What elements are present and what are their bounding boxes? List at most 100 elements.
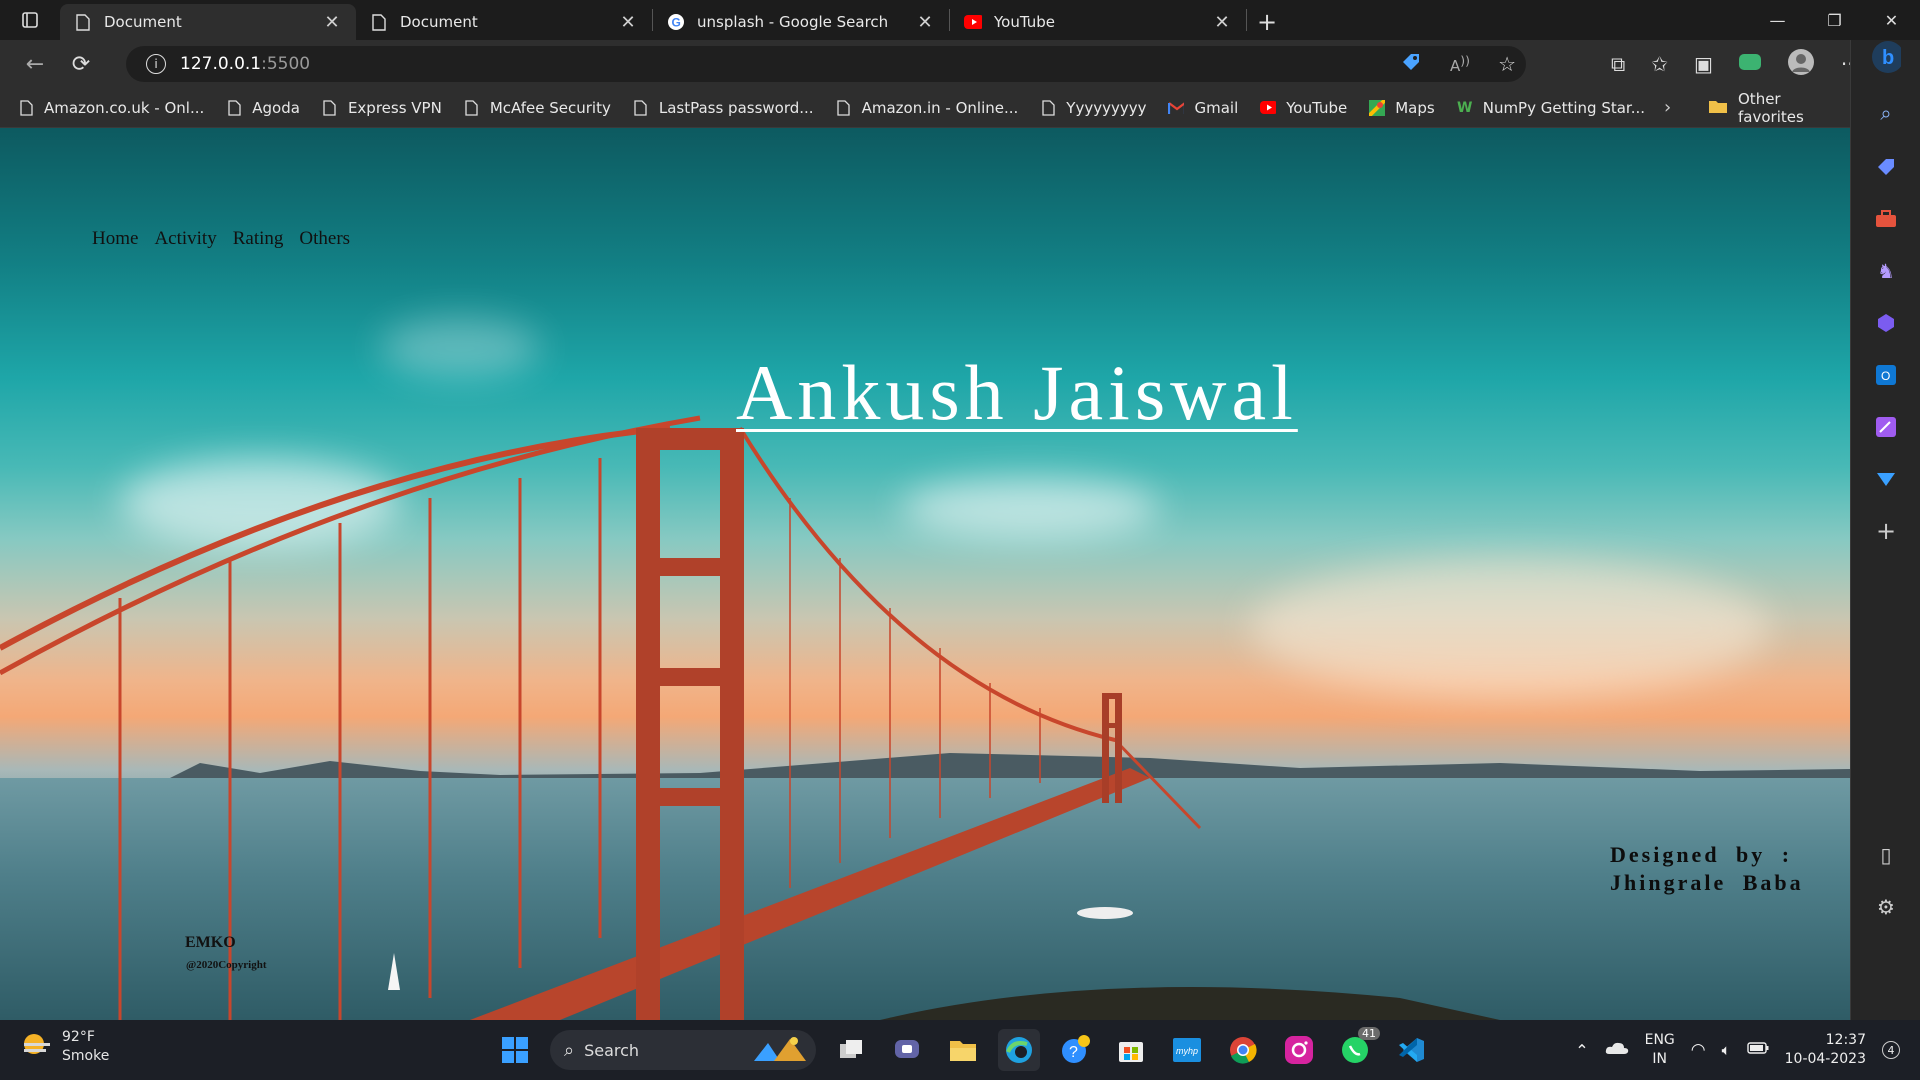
games-icon[interactable]: ♞ (1871, 256, 1901, 286)
region-code: IN (1652, 1051, 1667, 1067)
add-favorite-icon[interactable]: ☆ (1498, 52, 1516, 76)
extension-green-icon[interactable] (1738, 54, 1761, 74)
whatsapp-badge: 41 (1358, 1027, 1380, 1040)
copyright-text: @2020Copyright (186, 959, 267, 971)
bookmark-youtube[interactable]: YouTube (1260, 99, 1347, 117)
tab-title: unsplash - Google Search (697, 13, 889, 31)
vscode-icon[interactable] (1390, 1029, 1432, 1071)
sidebar-settings-icon[interactable]: ⚙ (1871, 892, 1901, 922)
chevron-up-icon[interactable]: ⌃ (1575, 1041, 1588, 1060)
site-nav: Home Activity Rating Others (92, 228, 350, 250)
hide-sidebar-icon[interactable]: ▯ (1871, 840, 1901, 870)
tab-actions-button[interactable] (0, 0, 60, 40)
get-help-icon[interactable]: ? (1054, 1029, 1096, 1071)
bookmark-amazon-in[interactable]: Amazon.in - Online... (836, 99, 1018, 117)
coupon-tag-icon[interactable] (1400, 51, 1422, 78)
bookmark-label: Maps (1395, 98, 1435, 117)
minimize-button[interactable]: — (1749, 0, 1806, 40)
designed-by-label: Designed by : (1610, 842, 1793, 867)
bookmark-label: Yyyyyyyyy (1066, 98, 1147, 117)
volume-icon[interactable]: 🔈︎ (1722, 1041, 1731, 1059)
close-tab-icon[interactable]: ✕ (322, 12, 342, 33)
tab-document-2[interactable]: Document ✕ (356, 4, 652, 40)
send-icon[interactable] (1871, 464, 1901, 494)
tab-document-1[interactable]: Document ✕ (60, 4, 356, 40)
clock-time: 12:37 (1825, 1032, 1866, 1048)
designer-icon[interactable] (1871, 412, 1901, 442)
file-explorer-icon[interactable] (942, 1029, 984, 1071)
bookmark-label: Amazon.co.uk - Onl... (44, 98, 205, 117)
outlook-icon[interactable]: O (1871, 360, 1901, 390)
teams-chat-icon[interactable] (886, 1029, 928, 1071)
bookmark-agoda[interactable]: Agoda (226, 99, 300, 117)
address-bar[interactable]: i 127.0.0.1:5500 A)) ☆ (126, 46, 1526, 82)
nav-rating-link[interactable]: Rating (233, 228, 284, 250)
clock[interactable]: 12:37 10-04-2023 (1785, 1031, 1866, 1069)
instagram-icon[interactable] (1278, 1029, 1320, 1071)
start-button[interactable] (494, 1029, 536, 1071)
tab-google-search[interactable]: G unsplash - Google Search ✕ (653, 4, 949, 40)
other-favorites-label: Other favorites (1738, 89, 1804, 126)
svg-text:G: G (672, 16, 681, 30)
tab-youtube[interactable]: YouTube ✕ (950, 4, 1246, 40)
wifi-icon[interactable]: ◠ (1691, 1040, 1706, 1060)
tools-icon[interactable] (1871, 204, 1901, 234)
close-tab-icon[interactable]: ✕ (915, 12, 935, 33)
language-indicator[interactable]: ENG IN (1645, 1031, 1675, 1069)
microsoft-365-icon[interactable] (1871, 308, 1901, 338)
new-tab-button[interactable]: + (1247, 4, 1287, 40)
favorites-icon[interactable]: ✩ (1651, 52, 1668, 76)
bookmark-numpy[interactable]: W NumPy Getting Star... (1457, 99, 1645, 117)
close-tab-icon[interactable]: ✕ (618, 12, 638, 33)
svg-text:b: b (1882, 47, 1894, 69)
nav-others-link[interactable]: Others (299, 228, 350, 250)
nav-activity-link[interactable]: Activity (154, 228, 216, 250)
system-tray: ⌃ ENG IN ◠ 🔈︎ 12:37 10-04-2023 4 (1575, 1020, 1920, 1080)
edge-browser-icon[interactable] (998, 1029, 1040, 1071)
refresh-button[interactable]: ⟳ (58, 44, 104, 84)
shopping-tag-icon[interactable] (1871, 152, 1901, 182)
chrome-icon[interactable] (1222, 1029, 1264, 1071)
whatsapp-icon[interactable]: 41 (1334, 1027, 1380, 1071)
close-tab-icon[interactable]: ✕ (1212, 12, 1232, 33)
notification-count[interactable]: 4 (1882, 1041, 1900, 1059)
microsoft-store-icon[interactable] (1110, 1029, 1152, 1071)
battery-icon[interactable] (1746, 1042, 1769, 1058)
bookmark-mcafee[interactable]: McAfee Security (464, 99, 611, 117)
language-code: ENG (1644, 1032, 1675, 1048)
search-icon[interactable]: ⌕ (1871, 98, 1901, 128)
page-icon (74, 13, 92, 31)
svg-text:?: ? (1069, 1044, 1078, 1061)
weather-widget[interactable]: 92°F Smoke (20, 1028, 109, 1066)
taskbar-search[interactable]: ⌕ Search (550, 1030, 816, 1070)
other-favorites-folder[interactable]: Other favorites (1708, 90, 1850, 126)
hero-title: Ankush Jaiswal (736, 349, 1298, 436)
close-window-button[interactable]: ✕ (1863, 0, 1920, 40)
back-button[interactable]: ← (12, 44, 58, 84)
bookmark-amazon-uk[interactable]: Amazon.co.uk - Onl... (18, 99, 204, 117)
tab-strip: Document ✕ Document ✕ G unsplash - Googl… (0, 0, 1920, 40)
bookmark-express-vpn[interactable]: Express VPN (322, 99, 442, 117)
bing-chat-icon[interactable]: b (1871, 41, 1901, 73)
read-aloud-icon[interactable]: A)) (1450, 53, 1470, 75)
bookmark-gmail[interactable]: Gmail (1168, 99, 1238, 117)
restore-button[interactable]: ❐ (1806, 0, 1863, 40)
extensions-icon[interactable]: ⧉ (1611, 52, 1625, 76)
onedrive-cloud-icon[interactable] (1605, 1040, 1629, 1060)
youtube-icon (1260, 99, 1277, 117)
bookmark-maps[interactable]: Maps (1369, 98, 1435, 117)
profile-avatar[interactable] (1787, 48, 1815, 80)
add-sidebar-app-icon[interactable]: + (1871, 516, 1901, 546)
info-icon[interactable]: i (146, 54, 166, 74)
myhp-icon[interactable]: myhp (1166, 1029, 1208, 1071)
bookmark-yyyy[interactable]: Yyyyyyyyy (1040, 99, 1146, 117)
browser-toolbar: ← ⟳ i 127.0.0.1:5500 A)) ☆ ⧉ ✩ ▣ ··· (0, 40, 1920, 88)
page-icon (633, 99, 649, 117)
chevron-right-icon[interactable]: › (1664, 97, 1671, 118)
address-host: 127.0.0.1 (180, 54, 262, 74)
collections-icon[interactable]: ▣ (1694, 52, 1713, 76)
nav-home-link[interactable]: Home (92, 228, 138, 250)
bookmark-lastpass[interactable]: LastPass password... (633, 99, 814, 117)
task-view-icon[interactable] (830, 1029, 872, 1071)
windows-taskbar: 92°F Smoke ⌕ Search ? myhp 41 ⌃ ENG IN ◠… (0, 1020, 1920, 1080)
